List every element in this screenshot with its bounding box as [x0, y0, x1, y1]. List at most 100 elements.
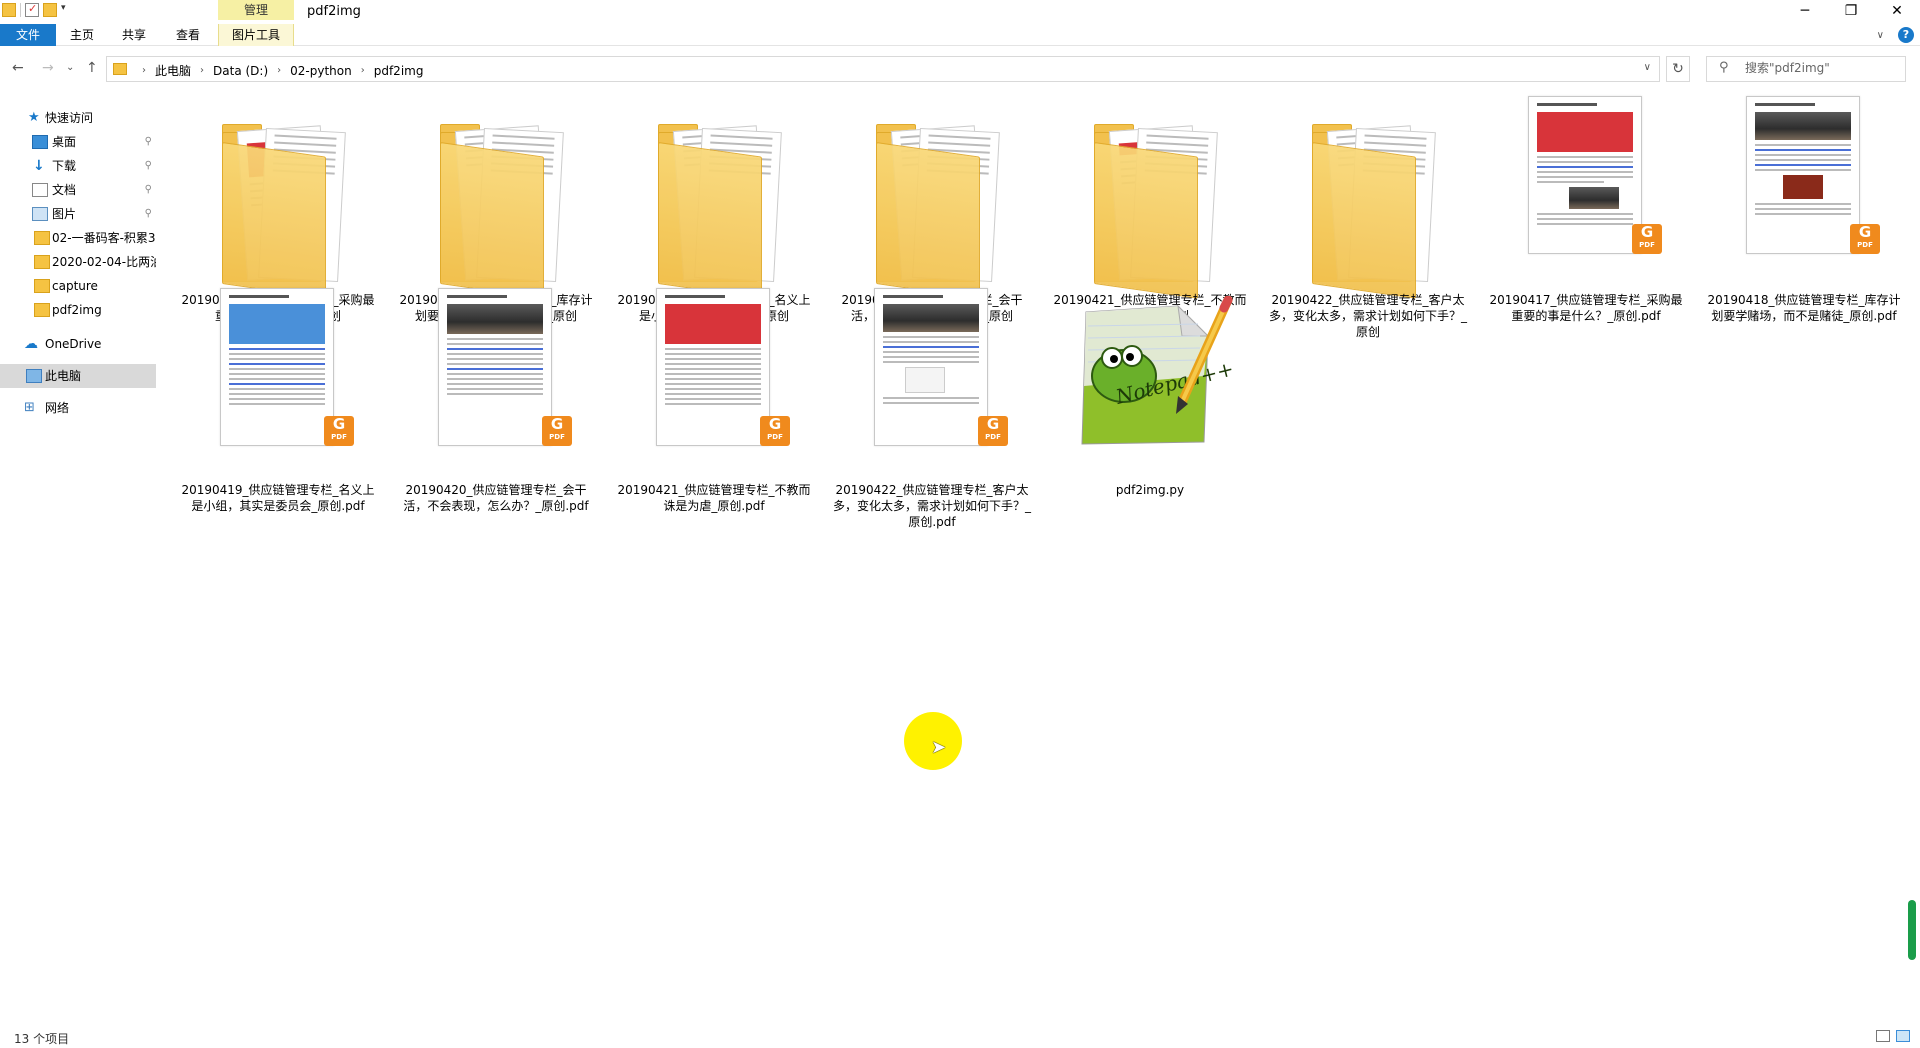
pdf-file-item[interactable]: G PDF 20190419_供应链管理专栏_名义上是小组，其实是委员会_原创.p… — [178, 286, 378, 530]
tab-view[interactable]: 查看 — [170, 24, 206, 46]
navigation-bar: ← → ⌄ ↑ › 此电脑 › Data (D:) › 02-python › … — [0, 52, 1920, 88]
pdf-icon: G PDF — [760, 416, 790, 446]
cloud-icon: ☁ — [24, 336, 38, 352]
sidebar-item-quick-access[interactable]: ★ 快速访问 — [0, 106, 156, 130]
breadcrumb-item[interactable]: Data (D:) — [213, 64, 268, 78]
chevron-down-icon[interactable]: ∨ — [1877, 30, 1884, 41]
explorer-window: ▾ 管理 pdf2img ─ ❐ ✕ 文件 主页 共享 查看 图片工具 ∨ ? … — [0, 0, 1920, 1048]
pdf-page-preview — [874, 288, 988, 446]
pdf-badge-glyph: G — [332, 415, 346, 433]
pin-icon[interactable]: ⚲ — [145, 178, 152, 202]
chevron-down-icon[interactable]: ∨ — [1644, 62, 1651, 73]
pdf-file-item[interactable]: G PDF 20190421_供应链管理专栏_不教而诛是为虐_原创.pdf — [614, 286, 814, 530]
sidebar-item-pictures[interactable]: 图片 ⚲ — [0, 202, 156, 226]
breadcrumb-separator-icon[interactable]: › — [277, 65, 281, 76]
details-view-icon[interactable] — [1876, 1030, 1890, 1042]
sidebar-item-label: capture — [52, 279, 98, 293]
breadcrumb-item[interactable]: pdf2img — [374, 64, 424, 78]
sidebar-item-folder[interactable]: 02-一番码客-积累3 — [0, 226, 156, 250]
py-file-item[interactable]: Notepad++ pdf2img.py — [1050, 286, 1250, 530]
new-folder-icon[interactable] — [43, 3, 57, 17]
pdf-badge-glyph: G — [1640, 223, 1654, 241]
pdf-badge-text: PDF — [331, 433, 347, 441]
address-bar[interactable]: › 此电脑 › Data (D:) › 02-python › pdf2img … — [106, 56, 1660, 82]
sidebar-item-downloads[interactable]: ↓ 下载 ⚲ — [0, 154, 156, 178]
pdf-badge-text: PDF — [767, 433, 783, 441]
tab-share[interactable]: 共享 — [116, 24, 152, 46]
close-button[interactable]: ✕ — [1874, 0, 1920, 24]
pdf-file-item[interactable]: G PDF 20190418_供应链管理专栏_库存计划要学赌场，而不是赌徒_原创.… — [1704, 96, 1904, 340]
pin-icon[interactable]: ⚲ — [145, 154, 152, 178]
maximize-button[interactable]: ❐ — [1828, 0, 1874, 24]
sidebar-item-desktop[interactable]: 桌面 ⚲ — [0, 130, 156, 154]
file-name: 20190422_供应链管理专栏_客户太多，变化太多，需求计划如何下手？_原创.… — [832, 483, 1031, 529]
search-box[interactable]: ⚲ — [1706, 56, 1906, 82]
pin-icon[interactable]: ⚲ — [145, 202, 152, 226]
sidebar-item-folder[interactable]: pdf2img — [0, 298, 156, 322]
ribbon-tabs: 文件 主页 共享 查看 图片工具 ∨ ? — [0, 24, 1920, 46]
scrollbar-indicator[interactable] — [1908, 900, 1916, 960]
minimize-button[interactable]: ─ — [1782, 0, 1828, 24]
large-icons-view-icon[interactable] — [1896, 1030, 1910, 1042]
folder-icon — [34, 231, 50, 245]
refresh-button[interactable]: ↻ — [1666, 56, 1690, 82]
folder-thumbnail — [1078, 102, 1222, 299]
desktop-icon — [32, 135, 48, 149]
sidebar-item-label: pdf2img — [52, 303, 102, 317]
folder-thumbnail — [424, 102, 568, 299]
folder-item[interactable]: 20190422_供应链管理专栏_客户太多，变化太多，需求计划如何下手？_原创 — [1268, 96, 1468, 340]
customize-toolbar-icon[interactable]: ▾ — [61, 3, 71, 17]
breadcrumb-separator-icon[interactable]: › — [200, 65, 204, 76]
pdf-icon: G PDF — [542, 416, 572, 446]
properties-icon[interactable] — [25, 2, 39, 17]
sidebar-item-onedrive[interactable]: ☁ OneDrive — [0, 332, 156, 356]
file-name: 20190418_供应链管理专栏_库存计划要学赌场，而不是赌徒_原创.pdf — [1707, 293, 1901, 323]
back-arrow-icon[interactable]: ← — [12, 60, 24, 76]
sidebar-item-folder[interactable]: capture — [0, 274, 156, 298]
pdf-badge-glyph: G — [986, 415, 1000, 433]
forward-arrow-icon[interactable]: → — [42, 60, 54, 76]
pdf-file-item[interactable]: G PDF 20190417_供应链管理专栏_采购最重要的事是什么？_原创.pdf — [1486, 96, 1686, 340]
sidebar-item-label: 下载 — [52, 159, 77, 173]
context-tab-manage[interactable]: 管理 — [218, 0, 294, 20]
sidebar-item-folder[interactable]: 2020-02-04-比两油 — [0, 250, 156, 274]
pdf-file-item[interactable]: G PDF 20190422_供应链管理专栏_客户太多，变化太多，需求计划如何下手… — [832, 286, 1032, 530]
sidebar-item-label: 02-一番码客-积累3 — [52, 231, 156, 245]
tab-file[interactable]: 文件 — [0, 24, 56, 46]
pdf-page-preview — [220, 288, 334, 446]
breadcrumb-separator-icon[interactable]: › — [142, 65, 146, 76]
search-input[interactable] — [1745, 61, 1895, 75]
star-icon: ★ — [28, 110, 40, 125]
tab-home[interactable]: 主页 — [64, 24, 100, 46]
folder-thumbnail — [860, 102, 1004, 299]
pdf-file-item[interactable]: G PDF 20190420_供应链管理专栏_会干活，不会表现，怎么办？_原创.p… — [396, 286, 596, 530]
sidebar-item-network[interactable]: ⊞ 网络 — [0, 396, 156, 420]
pdf-thumbnail: G PDF — [1514, 96, 1662, 292]
folder-thumbnail — [642, 102, 786, 299]
download-icon: ↓ — [33, 158, 45, 174]
sidebar-item-documents[interactable]: 文档 ⚲ — [0, 178, 156, 202]
help-icon[interactable]: ? — [1898, 27, 1914, 43]
breadcrumb-item[interactable]: 此电脑 — [155, 62, 191, 79]
pictures-icon — [32, 207, 48, 221]
recent-locations-icon[interactable]: ⌄ — [66, 62, 74, 73]
folder-icon — [34, 303, 50, 317]
breadcrumb-item[interactable]: 02-python — [290, 64, 352, 78]
folder-front — [1312, 142, 1416, 299]
file-name: 20190420_供应链管理专栏_会干活，不会表现，怎么办？_原创.pdf — [403, 483, 589, 513]
up-arrow-icon[interactable]: ↑ — [86, 60, 98, 76]
sidebar-item-label: 桌面 — [52, 135, 77, 149]
pdf-thumbnail: G PDF — [642, 288, 790, 482]
pdf-page-preview — [1528, 96, 1642, 254]
breadcrumb-separator-icon[interactable]: › — [361, 65, 365, 76]
pin-icon[interactable]: ⚲ — [145, 130, 152, 154]
sidebar-item-this-pc[interactable]: 此电脑 — [0, 364, 156, 388]
notepadpp-logo-icon: Notepad++ — [1081, 296, 1236, 445]
tab-picture-tools[interactable]: 图片工具 — [218, 24, 294, 46]
sidebar-item-label: 快速访问 — [45, 111, 94, 125]
divider — [20, 3, 21, 17]
pdf-icon: G PDF — [324, 416, 354, 446]
folder-icon — [113, 63, 127, 75]
file-list: 20190417_供应链管理专栏_采购最重要的事是什么？_原创 20190418… — [170, 96, 1901, 1026]
pdf-icon: G PDF — [1850, 224, 1880, 254]
